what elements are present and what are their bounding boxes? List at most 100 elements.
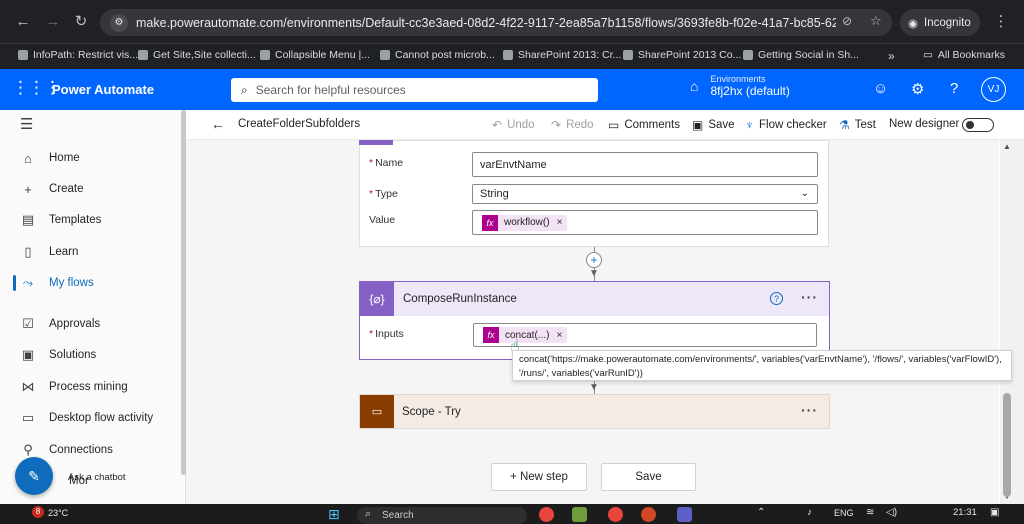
more-options-icon[interactable]: ··· [801, 402, 818, 418]
avatar[interactable]: VJ [981, 77, 1006, 102]
menu-kebab-icon[interactable]: ⋮ [990, 10, 1012, 32]
inputs-field[interactable]: fx concat(...) × [473, 323, 817, 347]
help-icon[interactable]: ? [770, 292, 783, 305]
incognito-icon: ◉ [908, 17, 919, 30]
sidebar-item-solutions[interactable]: ▣ Solutions [0, 341, 180, 369]
process-mining-icon: ⋈ [21, 379, 35, 394]
bookmark-item[interactable]: SharePoint 2013 Co... [623, 49, 741, 61]
bookmark-icon [380, 50, 390, 60]
clock-time[interactable]: 21:31 [953, 507, 977, 518]
more-options-icon[interactable]: ··· [801, 289, 818, 305]
comment-icon: ▭ [608, 118, 620, 132]
wifi-icon[interactable]: ≋ [866, 507, 874, 518]
star-icon[interactable]: ☆ [870, 13, 882, 29]
sidebar-item-approvals[interactable]: ☑ Approvals [0, 310, 180, 338]
sidebar-item-create[interactable]: + Create [0, 175, 180, 203]
sidebar-item-my-flows[interactable]: ⤳ My flows [0, 269, 180, 297]
new-step-button[interactable]: + New step [491, 463, 587, 491]
expression-token[interactable]: fx workflow() × [482, 214, 568, 231]
save-button[interactable]: Save [601, 463, 696, 491]
inputs-label: * Inputs [369, 328, 404, 340]
app-header: ⋮⋮⋮ Power Automate ⌕ Search for helpful … [0, 69, 1024, 110]
compose-card-header[interactable]: {⌀} ComposeRunInstance [360, 282, 829, 316]
app-name[interactable]: Power Automate [52, 82, 154, 97]
notification-badge: 8 [32, 506, 44, 518]
sidebar-item-home[interactable]: ⌂ Home [0, 144, 180, 172]
bookmark-item[interactable]: InfoPath: Restrict vis... [18, 49, 138, 61]
comments-button[interactable]: ▭ Comments [608, 118, 680, 132]
redo-button[interactable]: ↷ Redo [551, 118, 594, 132]
bookmark-icon [138, 50, 148, 60]
language-indicator[interactable]: ENG [834, 508, 854, 518]
name-field[interactable]: varEnvtName [472, 152, 818, 177]
bookmarks-bar: InfoPath: Restrict vis... Get Site,Site … [0, 43, 1024, 69]
scope-card[interactable]: ▭ Scope - Try [359, 394, 830, 429]
test-button[interactable]: ⚗ Test [839, 118, 876, 132]
bookmark-item[interactable]: Get Site,Site collecti... [138, 49, 256, 61]
back-arrow-icon[interactable]: ← [211, 116, 225, 132]
bookmark-item[interactable]: Cannot post microb... [380, 49, 495, 61]
book-icon: ▯ [24, 244, 32, 259]
url-text: make.powerautomate.com/environments/Defa… [136, 15, 836, 30]
bookmark-item[interactable]: SharePoint 2013: Cr... [503, 49, 621, 61]
fx-icon: fx [482, 214, 498, 231]
chatbot-button[interactable]: ✎ [15, 457, 53, 495]
sidebar-item-templates[interactable]: ▤ Templates [0, 206, 180, 234]
address-bar[interactable]: ⚙ make.powerautomate.com/environments/De… [100, 9, 892, 36]
redo-icon: ↷ [551, 118, 562, 132]
gear-icon[interactable]: ⚙ [911, 80, 924, 98]
arrow-down-icon: ▼ [589, 382, 599, 393]
save-toolbar-button[interactable]: ▣ Save [692, 118, 735, 132]
chrome-app-icon[interactable] [539, 507, 554, 522]
incognito-badge[interactable]: ◉ Incognito [900, 9, 980, 36]
windows-start-icon[interactable]: ⊞ [328, 506, 340, 523]
value-field[interactable]: fx workflow() × [472, 210, 818, 235]
os-taskbar: 8 23°C ⊞ ⌕ Search ⌃ ♪ ENG ≋ ◁) 21:31 ▣ [0, 504, 1024, 524]
bookmark-item[interactable]: Getting Social in Sh... [743, 49, 859, 61]
bookmark-icon [623, 50, 633, 60]
reload-icon[interactable]: ↻ [70, 10, 92, 32]
forward-icon[interactable]: → [42, 10, 64, 32]
chevron-up-icon[interactable]: ⌃ [757, 507, 765, 518]
browser-titlebar: ← → ↻ ⚙ make.powerautomate.com/environme… [0, 0, 1024, 43]
site-info-icon[interactable]: ⚙ [110, 13, 128, 32]
chrome-app-icon[interactable] [608, 507, 623, 522]
all-bookmarks[interactable]: ▭ All Bookmarks [923, 49, 1005, 61]
weather-temp[interactable]: 23°C [48, 508, 68, 518]
sidebar-item-learn[interactable]: ▯ Learn [0, 238, 180, 266]
search-icon: ⌕ [365, 508, 372, 520]
hamburger-icon[interactable]: ☰ [20, 115, 33, 133]
search-input[interactable]: ⌕ Search for helpful resources [231, 78, 598, 102]
help-icon[interactable]: ? [950, 80, 958, 97]
environment-picker[interactable]: ⌂ Environments 8fj2hx (default) [690, 74, 790, 98]
flow-checker-button[interactable]: ♆ Flow checker [745, 118, 827, 132]
notifications-icon[interactable]: ▣ [990, 507, 999, 518]
teams-app-icon[interactable] [677, 507, 692, 522]
sidebar-item-process-mining[interactable]: ⋈ Process mining [0, 373, 180, 401]
expression-token[interactable]: fx concat(...) × [483, 327, 568, 343]
back-icon[interactable]: ← [12, 10, 34, 32]
volume-icon[interactable]: ◁) [886, 507, 897, 518]
insert-step-icon[interactable]: + [586, 252, 602, 268]
undo-icon: ↶ [492, 118, 503, 132]
scrollbar-thumb[interactable] [1003, 393, 1011, 497]
card-accent [359, 140, 393, 145]
folder-icon: ▭ [923, 49, 933, 61]
close-icon[interactable]: × [556, 330, 562, 341]
new-designer-label: New designer [889, 118, 960, 130]
taskbar-search[interactable]: ⌕ Search [357, 507, 527, 524]
powerpoint-app-icon[interactable] [641, 507, 656, 522]
type-dropdown[interactable]: String ⌄ [472, 184, 818, 204]
sidebar-item-desktop-flow-activity[interactable]: ▭ Desktop flow activity [0, 404, 180, 432]
scroll-up-icon[interactable]: ▲ [1003, 142, 1011, 151]
app-icon[interactable] [572, 507, 587, 522]
close-icon[interactable]: × [557, 217, 563, 228]
bookmark-item[interactable]: Collapsible Menu |... [260, 49, 370, 61]
undo-button[interactable]: ↶ Undo [492, 118, 535, 132]
flask-icon: ⚗ [839, 118, 850, 132]
new-designer-toggle[interactable] [962, 118, 994, 132]
more-bookmarks-icon[interactable]: » [888, 49, 895, 63]
eye-off-icon[interactable]: ⊘ [842, 14, 852, 28]
smiley-icon[interactable]: ☺ [873, 80, 888, 97]
microphone-icon[interactable]: ♪ [807, 507, 812, 518]
